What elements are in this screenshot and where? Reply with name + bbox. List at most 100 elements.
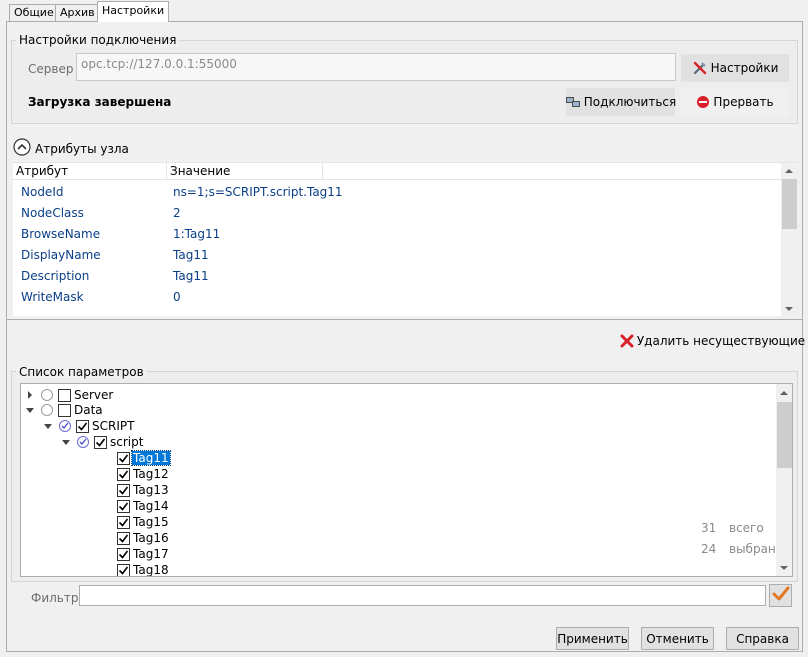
- tree-node-label: script: [110, 435, 144, 449]
- tree-scrollbar[interactable]: [776, 384, 792, 576]
- chevron-right-icon[interactable]: [25, 390, 35, 400]
- settings-button[interactable]: Настройки: [681, 54, 789, 82]
- checkbox-checked[interactable]: [117, 467, 130, 481]
- tab-settings[interactable]: Настройки: [97, 1, 170, 22]
- tree-node-tag16[interactable]: Tag16: [117, 530, 170, 546]
- filter-apply-button[interactable]: [769, 584, 792, 607]
- checkbox[interactable]: [58, 388, 71, 402]
- tree-node-label: Server: [74, 388, 114, 402]
- connection-group-title: Настройки подключения: [16, 33, 180, 47]
- checkbox-checked[interactable]: [117, 563, 130, 576]
- abort-button[interactable]: Прервать: [681, 88, 789, 116]
- settings-button-label: Настройки: [710, 61, 779, 75]
- table-row[interactable]: BrowseName 1:Tag11: [21, 224, 781, 245]
- tree-node-script-folder[interactable]: SCRIPT: [43, 418, 135, 434]
- server-label: Сервер: [28, 62, 74, 76]
- delete-nonexistent-button[interactable]: Удалить несуществующие: [620, 328, 805, 354]
- radio-icon[interactable]: [41, 404, 53, 416]
- radio-checked-icon[interactable]: [77, 436, 89, 448]
- tree-node-tag14[interactable]: Tag14: [117, 498, 170, 514]
- tree-node-data[interactable]: Data: [25, 402, 104, 418]
- radio-icon[interactable]: [41, 389, 53, 401]
- total-count: 31: [701, 521, 717, 535]
- connect-button-label: Подключиться: [583, 95, 677, 109]
- attributes-scrollbar[interactable]: [781, 163, 798, 316]
- tab-archive[interactable]: Архив: [55, 4, 100, 21]
- tree-node-tag11[interactable]: Tag11: [117, 450, 171, 466]
- total-label: всего: [729, 521, 764, 535]
- tab-general[interactable]: Общие: [9, 4, 59, 21]
- checkbox-checked[interactable]: [117, 531, 130, 545]
- table-row[interactable]: NodeId ns=1;s=SCRIPT.script.Tag11: [21, 182, 781, 203]
- checkbox-checked[interactable]: [117, 451, 130, 465]
- tree-node-script[interactable]: script: [61, 434, 144, 450]
- attributes-collapse-toggle[interactable]: Атрибуты узла: [13, 138, 129, 159]
- tree-node-tag12[interactable]: Tag12: [117, 466, 170, 482]
- tree-node-label: Tag12: [133, 467, 169, 481]
- server-input[interactable]: opc.tcp://127.0.0.1:55000: [76, 53, 676, 81]
- splitter[interactable]: [7, 319, 802, 320]
- filter-label: Фильтр: [31, 591, 79, 605]
- checkbox-checked[interactable]: [117, 483, 130, 497]
- attributes-table: Атрибут Значение NodeId ns=1;s=SCRIPT.sc…: [13, 162, 798, 316]
- tree-node-label: Tag14: [133, 499, 169, 513]
- chevron-down-icon[interactable]: [61, 437, 71, 447]
- attributes-title: Атрибуты узла: [35, 141, 129, 156]
- params-group-title: Список параметров: [16, 365, 147, 379]
- delete-nonexistent-label: Удалить несуществующие: [636, 334, 806, 348]
- checkbox-checked[interactable]: [94, 435, 107, 449]
- attr-name: DisplayName: [21, 248, 101, 262]
- attr-value: ns=1;s=SCRIPT.script.Tag11: [173, 185, 343, 199]
- attributes-header: Атрибут Значение: [13, 163, 798, 180]
- scroll-thumb[interactable]: [782, 179, 797, 229]
- connect-button[interactable]: Подключиться: [565, 88, 677, 116]
- attr-value: Tag11: [173, 248, 209, 262]
- tree-node-tag18[interactable]: Tag18: [117, 562, 170, 577]
- scroll-down-icon[interactable]: [780, 566, 788, 570]
- help-button[interactable]: Справка: [726, 627, 799, 650]
- tree-node-tag15[interactable]: Tag15: [117, 514, 170, 530]
- tree-node-label: Tag13: [133, 483, 169, 497]
- tree-node-label: Data: [74, 403, 103, 417]
- tree-node-label: Tag11: [131, 450, 171, 466]
- scroll-up-icon[interactable]: [780, 391, 788, 395]
- tree-node-label: SCRIPT: [92, 419, 135, 433]
- tab-general-label: Общие: [14, 6, 54, 19]
- cancel-button[interactable]: Отменить: [641, 627, 714, 650]
- attr-value: 0: [173, 290, 181, 304]
- attr-name: WriteMask: [21, 290, 84, 304]
- filter-input[interactable]: [79, 585, 766, 606]
- attr-value: 2: [173, 206, 181, 220]
- checkbox-checked[interactable]: [117, 547, 130, 561]
- scroll-up-icon[interactable]: [785, 169, 793, 173]
- apply-button[interactable]: Применить: [556, 627, 629, 650]
- chevron-down-icon[interactable]: [25, 405, 35, 415]
- table-row[interactable]: Description Tag11: [21, 266, 781, 287]
- col-attr-header[interactable]: Атрибут: [13, 163, 167, 179]
- chevron-down-icon[interactable]: [43, 421, 53, 431]
- tree-node-label: Tag18: [133, 563, 169, 577]
- checkbox[interactable]: [58, 403, 71, 417]
- tree-node-label: Tag16: [133, 531, 169, 545]
- scroll-down-icon[interactable]: [785, 307, 793, 311]
- radio-checked-icon[interactable]: [59, 420, 71, 432]
- checkbox-checked[interactable]: [76, 419, 89, 433]
- scroll-thumb[interactable]: [777, 402, 792, 468]
- tree-node-tag13[interactable]: Tag13: [117, 482, 170, 498]
- tree-node-label: Tag15: [133, 515, 169, 529]
- tree-node-server[interactable]: Server: [25, 387, 114, 403]
- checkbox-checked[interactable]: [117, 515, 130, 529]
- table-row[interactable]: NodeClass 2: [21, 203, 781, 224]
- tree-node-label: Tag17: [133, 547, 169, 561]
- checkbox-checked[interactable]: [117, 499, 130, 513]
- table-row[interactable]: DisplayName Tag11: [21, 245, 781, 266]
- abort-button-label: Прервать: [713, 95, 774, 109]
- attr-value: 1:Tag11: [173, 227, 221, 241]
- col-value-header[interactable]: Значение: [167, 163, 323, 179]
- attr-name: Description: [21, 269, 90, 283]
- tree-node-tag17[interactable]: Tag17: [117, 546, 170, 562]
- tools-icon: [692, 60, 708, 76]
- delete-icon: [620, 334, 634, 348]
- attr-value: Tag11: [173, 269, 209, 283]
- table-row[interactable]: WriteMask 0: [21, 287, 781, 308]
